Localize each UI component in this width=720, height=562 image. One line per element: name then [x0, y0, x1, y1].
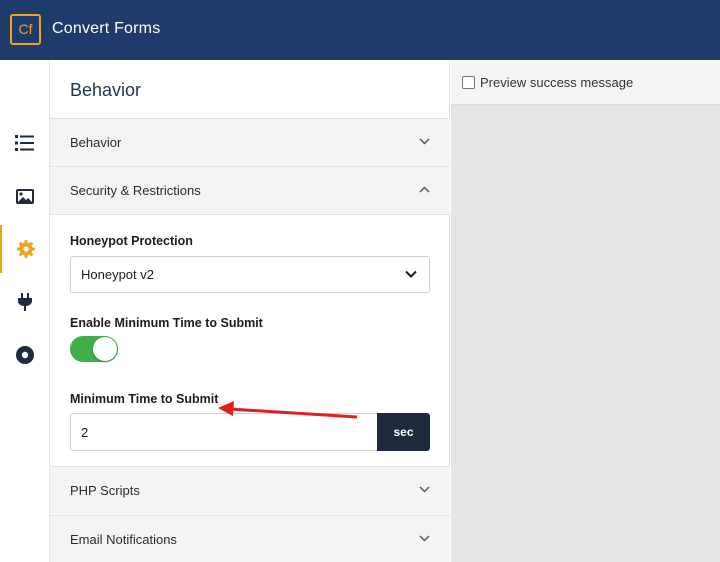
section-label: Security & Restrictions	[70, 183, 201, 198]
image-icon	[16, 188, 34, 204]
record-icon	[16, 346, 34, 364]
min-time-toggle[interactable]	[70, 336, 118, 362]
chevron-down-icon	[405, 270, 417, 278]
app-header: Cf Convert Forms	[0, 0, 720, 60]
panel-title: Behavior	[70, 80, 142, 100]
rail-item-fields[interactable]	[0, 119, 50, 167]
section-email-notifications[interactable]: Email Notifications	[50, 515, 450, 562]
min-time-toggle-label: Enable Minimum Time to Submit	[70, 316, 263, 330]
preview-success-checkbox[interactable]	[462, 76, 475, 89]
annotation-arrow	[218, 401, 358, 419]
logo: Cf	[10, 14, 41, 45]
app-title: Convert Forms	[52, 20, 161, 37]
settings-panel: Behavior Behavior Security & Restriction…	[50, 60, 450, 562]
divider	[50, 214, 450, 215]
plug-icon	[18, 293, 32, 311]
section-label: Behavior	[70, 135, 122, 150]
chevron-down-icon	[419, 138, 430, 145]
chevron-up-icon	[419, 186, 430, 193]
honeypot-selected-value: Honeypot v2	[81, 267, 154, 282]
section-security-restrictions[interactable]: Security & Restrictions	[50, 166, 450, 214]
sidebar-rail	[0, 60, 50, 562]
preview-toolbar: Preview success message	[451, 60, 720, 105]
honeypot-label: Honeypot Protection	[70, 234, 193, 248]
chevron-down-icon	[419, 535, 430, 542]
rail-item-settings[interactable]	[0, 225, 50, 273]
toggle-knob	[93, 337, 117, 361]
min-time-label: Minimum Time to Submit	[70, 392, 219, 406]
rail-item-publish[interactable]	[0, 331, 50, 379]
section-php-scripts[interactable]: PHP Scripts	[50, 466, 450, 514]
chevron-down-icon	[419, 486, 430, 493]
honeypot-select[interactable]: Honeypot v2	[70, 256, 430, 293]
gear-icon	[17, 240, 35, 258]
rail-item-integrations[interactable]	[0, 278, 50, 326]
preview-pane: Preview success message	[451, 60, 720, 562]
section-label: Email Notifications	[70, 532, 177, 547]
section-label: PHP Scripts	[70, 483, 140, 498]
rail-item-design[interactable]	[0, 172, 50, 220]
seconds-suffix: sec	[377, 413, 430, 451]
section-behavior[interactable]: Behavior	[50, 118, 450, 166]
list-icon	[15, 135, 34, 151]
preview-success-label[interactable]: Preview success message	[480, 75, 633, 90]
